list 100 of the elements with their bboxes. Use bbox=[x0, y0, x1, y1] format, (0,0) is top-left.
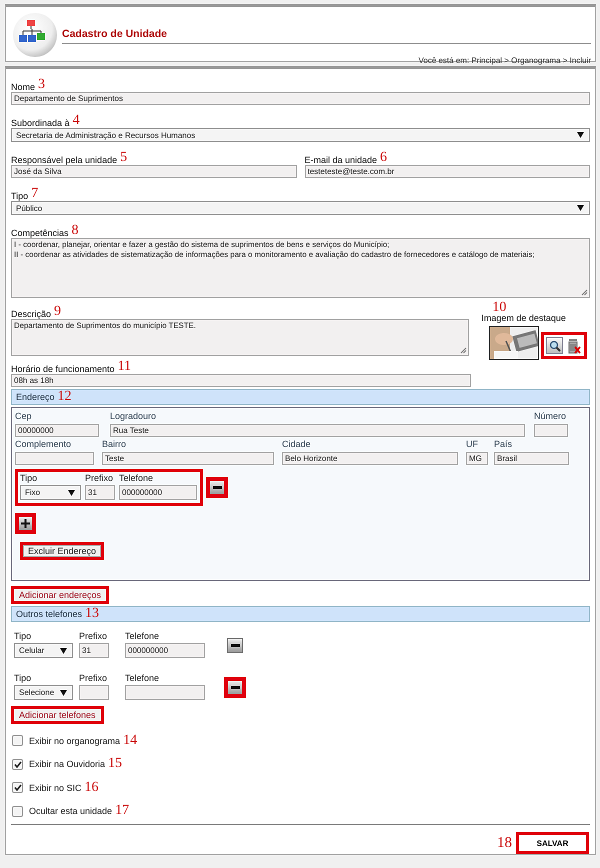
check-icon bbox=[14, 784, 22, 792]
input-field[interactable]: Rua Teste bbox=[110, 424, 525, 437]
annotation-number: 3 bbox=[38, 78, 46, 92]
search-button[interactable] bbox=[546, 337, 564, 354]
annotation-number: 8 bbox=[72, 224, 79, 238]
page-title: Cadastro de Unidade bbox=[62, 28, 591, 44]
input-field[interactable] bbox=[534, 424, 568, 437]
annotation-number: 15 bbox=[108, 757, 122, 772]
input-field[interactable] bbox=[125, 685, 205, 700]
field-label: Telefone bbox=[125, 631, 160, 643]
annotation-number: 14 bbox=[123, 734, 138, 748]
input-field[interactable]: 000000000 bbox=[119, 485, 197, 500]
input-field[interactable]: 00000000 bbox=[15, 424, 99, 437]
dropdown-arrow-icon bbox=[60, 648, 67, 654]
input-field[interactable]: José da Silva bbox=[11, 165, 296, 178]
field-label: Tipo bbox=[14, 631, 32, 643]
field-label: Cep bbox=[15, 411, 33, 423]
check-icon bbox=[14, 760, 22, 768]
annotation-number: 4 bbox=[72, 114, 80, 128]
field-label: E-mail da unidade bbox=[304, 155, 378, 165]
dropdown-arrow-icon bbox=[577, 205, 584, 211]
trash-icon bbox=[566, 338, 581, 354]
field-label: Descrição bbox=[11, 309, 52, 319]
checkbox[interactable] bbox=[12, 782, 23, 794]
annotation-number: 9 bbox=[54, 305, 62, 319]
input-field[interactable]: 08h as 18h bbox=[11, 374, 471, 387]
remove-button[interactable] bbox=[209, 480, 225, 495]
add-phones-button[interactable]: Adicionar telefones bbox=[11, 706, 104, 724]
select-field[interactable]: Secretaria de Administração e Recursos Humanos bbox=[11, 128, 590, 142]
field-label: Prefixo bbox=[85, 473, 114, 485]
field-label: Imagem de destaque bbox=[481, 313, 567, 324]
select-field[interactable]: Celular bbox=[14, 643, 73, 658]
field-label: Logradouro bbox=[110, 411, 158, 423]
resize-handle-icon bbox=[460, 347, 468, 354]
field-label: País bbox=[494, 439, 514, 451]
input-field[interactable]: Belo Horizonte bbox=[282, 452, 458, 465]
annotation-number: 7 bbox=[31, 187, 38, 201]
checkbox[interactable] bbox=[12, 806, 23, 817]
dropdown-arrow-icon bbox=[60, 690, 67, 696]
annotation-number: 17 bbox=[115, 804, 130, 818]
section-title: Outros telefones bbox=[16, 609, 82, 619]
field-label: Tipo bbox=[11, 191, 28, 201]
dropdown-arrow-icon bbox=[68, 490, 75, 496]
annotation-number: 12 bbox=[58, 390, 72, 404]
annotation-number: 10 bbox=[492, 301, 506, 315]
minus-icon bbox=[212, 486, 222, 489]
delete-address-button[interactable]: Excluir Endereço bbox=[20, 542, 104, 560]
add-button[interactable] bbox=[18, 516, 33, 531]
field-label: Responsável pela unidade bbox=[11, 155, 118, 165]
input-field[interactable]: Departamento de Suprimentos bbox=[11, 92, 590, 105]
input-field[interactable]: 31 bbox=[85, 485, 115, 500]
annotation-number: 6 bbox=[380, 151, 388, 165]
select-field[interactable]: Selecione bbox=[14, 685, 73, 700]
annotation-number: 16 bbox=[84, 780, 99, 795]
field-label: Cidade bbox=[282, 439, 312, 451]
add-address-button[interactable]: Adicionar endereços bbox=[11, 586, 110, 604]
input-field[interactable]: Teste bbox=[102, 452, 274, 465]
input-field[interactable]: MG bbox=[466, 452, 488, 465]
field-label: Tipo bbox=[20, 473, 38, 485]
checkbox-label: Exibir na Ouvidoria bbox=[29, 759, 106, 770]
input-field[interactable] bbox=[79, 685, 109, 700]
breadcrumb: Você está em: Principal > Organograma > Incluir bbox=[418, 56, 591, 65]
input-field[interactable]: 000000000 bbox=[125, 643, 205, 658]
checkbox[interactable] bbox=[12, 735, 23, 746]
field-label: Subordinada à bbox=[11, 118, 70, 128]
remove-button[interactable] bbox=[227, 680, 243, 695]
input-field[interactable]: 31 bbox=[79, 643, 109, 658]
checkbox-label: Exibir no organograma bbox=[29, 736, 120, 746]
field-label: Complemento bbox=[15, 439, 72, 451]
checkbox[interactable] bbox=[12, 758, 23, 770]
minus-icon bbox=[230, 644, 240, 647]
select-field[interactable]: Público bbox=[11, 201, 590, 215]
field-label: UF bbox=[466, 439, 479, 451]
input-field[interactable] bbox=[15, 452, 94, 465]
resize-handle-icon bbox=[581, 289, 588, 296]
field-label: Telefone bbox=[119, 473, 154, 485]
search-icon bbox=[548, 340, 561, 352]
section-title: Endereço bbox=[16, 392, 55, 402]
organogram-logo-icon bbox=[12, 12, 58, 58]
field-label: Horário de funcionamento bbox=[11, 364, 115, 374]
annotation-number: 18 bbox=[497, 836, 512, 850]
field-label: Telefone bbox=[125, 673, 160, 685]
text-area[interactable] bbox=[11, 238, 590, 298]
dropdown-arrow-icon bbox=[577, 132, 584, 138]
save-button[interactable]: SALVAR bbox=[516, 832, 589, 854]
field-label: Número bbox=[534, 411, 568, 423]
field-label: Competências bbox=[11, 228, 69, 238]
field-label: Bairro bbox=[102, 439, 128, 451]
remove-button[interactable] bbox=[227, 638, 243, 653]
select-field[interactable]: Fixo bbox=[20, 485, 81, 500]
plus-icon bbox=[21, 519, 30, 528]
checkbox-label: Ocultar esta unidade bbox=[29, 806, 112, 816]
input-field[interactable]: Brasil bbox=[494, 452, 569, 465]
input-field[interactable]: testeteste@teste.com.br bbox=[304, 165, 590, 178]
checkbox-label: Exibir no SIC bbox=[29, 782, 82, 793]
field-label: Prefixo bbox=[79, 673, 108, 685]
field-label: Prefixo bbox=[79, 631, 108, 643]
minus-icon bbox=[230, 686, 240, 689]
annotation-number: 11 bbox=[118, 360, 132, 374]
field-label: Tipo bbox=[14, 673, 32, 685]
